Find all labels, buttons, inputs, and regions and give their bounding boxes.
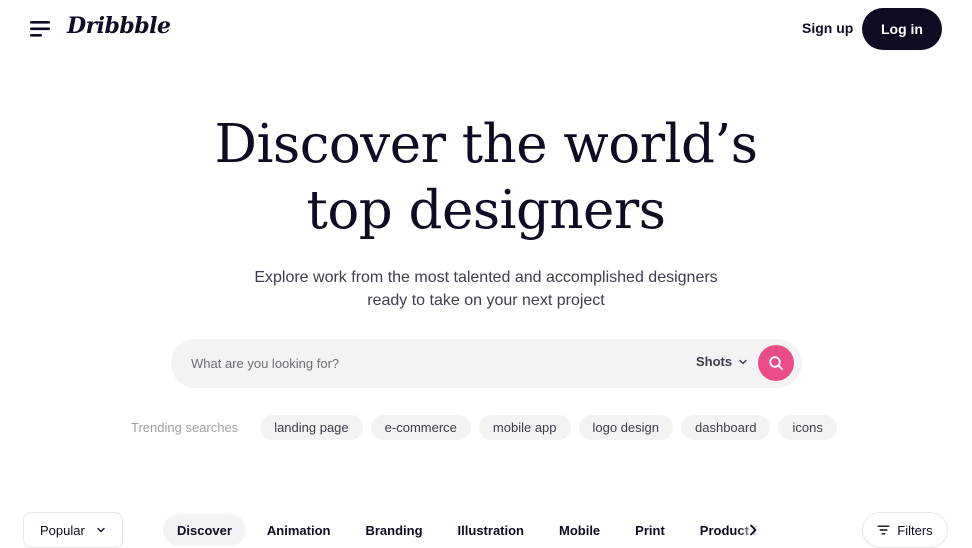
category-tab-branding[interactable]: Branding (351, 514, 436, 546)
site-header: Dribbble Sign up Log in (0, 0, 972, 58)
hamburger-menu-icon (30, 21, 50, 37)
trending-tag[interactable]: logo design (578, 414, 674, 440)
trending-tag[interactable]: mobile app (478, 414, 571, 440)
category-tab-animation[interactable]: Animation (253, 514, 345, 546)
category-tab-mobile[interactable]: Mobile (545, 514, 614, 546)
filters-button[interactable]: Filters (862, 512, 948, 548)
category-tab-print[interactable]: Print (621, 514, 679, 546)
category-tab-illustration[interactable]: Illustration (444, 514, 538, 546)
hero-title-line-2: top designers (306, 180, 666, 241)
filters-label: Filters (897, 522, 933, 538)
trending-label: Trending searches (131, 419, 239, 435)
category-scroll-next[interactable] (745, 522, 761, 538)
chevron-right-icon (750, 524, 757, 536)
menu-button[interactable] (28, 18, 54, 40)
search-type-label: Shots (696, 354, 733, 369)
search-type-select[interactable]: Shots (696, 354, 748, 369)
chevron-down-icon (97, 527, 105, 533)
search-icon (769, 356, 783, 370)
log-in-button[interactable]: Log in (862, 8, 942, 50)
hero-title-line-1: Discover the world’s (214, 114, 758, 175)
trending-tag[interactable]: dashboard (681, 414, 771, 440)
trending-searches: Trending searches landing page e-commerc… (131, 414, 845, 440)
filter-lines-icon (877, 525, 890, 535)
search-input[interactable] (191, 339, 661, 388)
hero-subtitle: Explore work from the most talented and … (0, 266, 972, 312)
trending-tag[interactable]: e-commerce (370, 414, 471, 440)
hero-title: Discover the world’s top designers (0, 112, 972, 244)
hero-subtitle-line-1: Explore work from the most talented and … (254, 269, 718, 286)
sign-up-link[interactable]: Sign up (798, 18, 857, 38)
category-tab-discover[interactable]: Discover (163, 514, 246, 546)
search-submit-button[interactable] (758, 345, 794, 381)
dribbble-logo[interactable]: Dribbble (67, 13, 171, 39)
trending-tag[interactable]: landing page (260, 414, 363, 440)
chevron-down-icon (739, 359, 747, 364)
sort-label: Popular (40, 522, 85, 538)
search-bar: Shots (171, 339, 802, 388)
trending-tag[interactable]: icons (778, 414, 837, 440)
sort-dropdown[interactable]: Popular (23, 512, 123, 548)
hero-subtitle-line-2: ready to take on your next project (367, 292, 605, 309)
category-tabs: Discover Animation Branding Illustration… (163, 514, 763, 546)
